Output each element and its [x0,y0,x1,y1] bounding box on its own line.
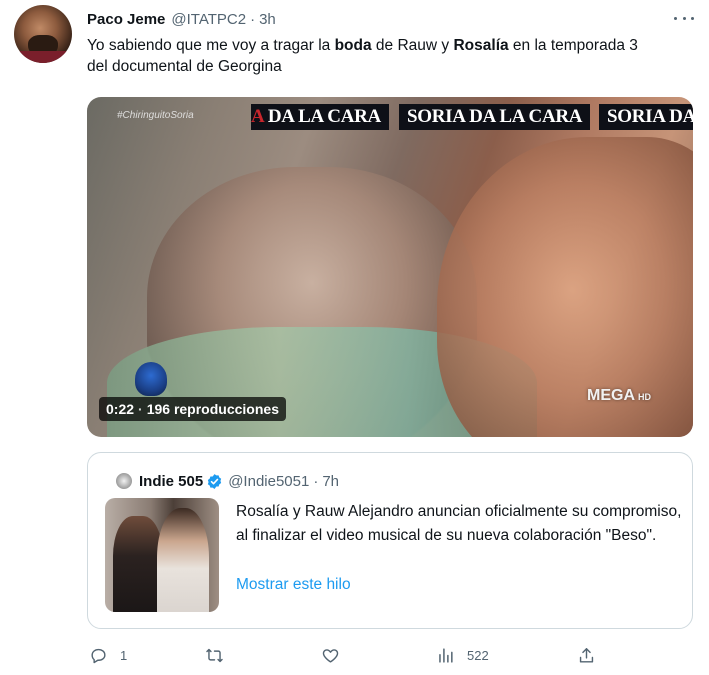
mascot-logo [135,362,167,396]
more-icon[interactable] [674,10,694,26]
show-thread-link[interactable]: Mostrar este hilo [236,576,351,594]
reply-button[interactable]: 1 [89,646,127,665]
views-separator: · [138,401,143,417]
video-frame-person-right [437,137,693,437]
separator-dot: · [250,10,256,28]
action-bar: 1 522 [0,640,709,674]
video-hashtag: #ChiringuitoSoria [117,110,194,121]
avatar[interactable] [14,5,72,63]
tweet-text-bold: boda [334,37,372,54]
tweet-header: Paco Jeme @ITATPC2 · 3h [87,9,276,29]
video-banner-text: DA LA CARA [267,106,381,127]
views-count: 522 [467,648,489,663]
share-icon [579,648,594,663]
views-icon [439,648,453,663]
tweet-text-bold: Rosalía [453,37,509,54]
quoted-author-name: Indie 505 [139,472,204,490]
author-handle[interactable]: @ITATPC2 [171,11,246,28]
quoted-author-handle: @Indie5051 [228,472,310,490]
video-banner-2: SORIA DA LA CARA [399,104,591,130]
channel-quality: HD [638,392,651,402]
separator-dot: · [313,472,319,490]
video-banner-prefix: A [251,106,264,127]
quoted-time: 7h [322,472,340,490]
quoted-thumbnail [105,498,219,612]
like-button[interactable] [321,646,352,665]
video-banner-3: SORIA DA [599,104,693,130]
video-duration: 0:22 [106,401,135,417]
quoted-text: Rosalía y Rauw Alejandro anuncian oficia… [236,503,682,544]
channel-logo-text: MEGA [587,387,635,404]
tweet-time[interactable]: 3h [259,11,276,28]
reply-icon [91,648,106,664]
quoted-tweet[interactable]: Indie 505 @Indie5051 · 7h Rosalía y Rauw… [87,452,693,629]
views-button[interactable]: 522 [436,646,489,665]
retweet-icon [206,648,223,663]
video-banner-1: A DA LA CARA [251,104,389,130]
quoted-avatar [116,473,132,489]
share-button[interactable] [577,646,596,665]
channel-logo: MEGA HD [587,387,651,405]
tweet-text-part: Yo sabiendo que me voy a tragar la [87,37,335,54]
tweet-text-part: de Rauw y [371,37,454,54]
tweet[interactable]: Paco Jeme @ITATPC2 · 3h Yo sabiendo que … [0,0,709,675]
quoted-tweet-header: Indie 505 @Indie5051 · 7h [116,471,339,491]
retweet-button[interactable] [205,646,236,665]
video-player[interactable]: #ChiringuitoSoria A DA LA CARA SORIA DA … [87,97,693,437]
reply-count: 1 [120,648,128,663]
verified-icon [208,473,222,489]
like-icon [322,649,339,663]
video-stats-badge: 0:22 · 196 reproducciones [99,397,286,421]
video-views: 196 reproducciones [146,401,279,417]
tweet-text: Yo sabiendo que me voy a tragar la boda … [87,35,647,77]
author-name[interactable]: Paco Jeme [87,11,165,28]
